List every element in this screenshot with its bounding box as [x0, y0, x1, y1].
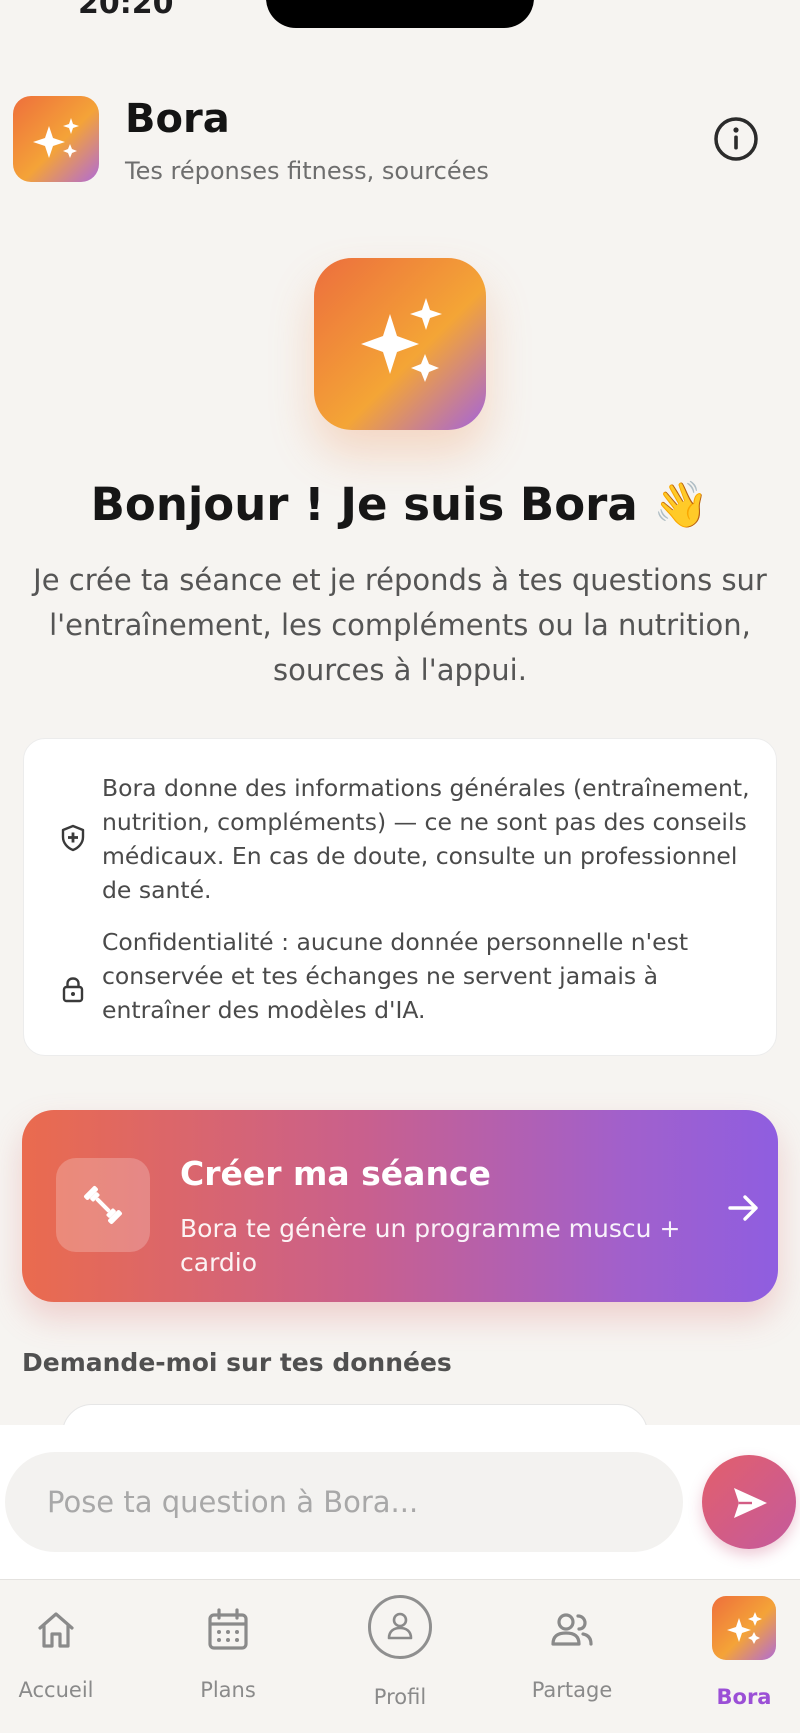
app-tagline: Tes réponses fitness, sourcées [125, 157, 489, 185]
tab-accueil[interactable]: Accueil [0, 1580, 136, 1733]
cta-title: Créer ma séance [180, 1154, 491, 1193]
tab-label-plans: Plans [200, 1678, 256, 1702]
disclaimer-card: Bora donne des informations générales (e… [23, 738, 777, 1056]
info-icon [714, 117, 758, 161]
status-time: 20:20 [78, 0, 174, 21]
status-bar: 20:20 [0, 0, 800, 30]
shield-plus-icon [61, 824, 85, 852]
profile-button-ring [368, 1595, 432, 1659]
dynamic-island [266, 0, 534, 28]
intro-text: Je crée ta séance et je réponds à tes qu… [33, 563, 767, 687]
medical-disclaimer: Bora donne des informations générales (e… [102, 774, 750, 904]
tab-label-profil: Profil [373, 1685, 427, 1709]
tab-label-bora: Bora [716, 1685, 772, 1709]
tab-profil[interactable]: Profil [320, 1580, 480, 1733]
send-button[interactable] [702, 1455, 796, 1549]
tab-bora[interactable]: Bora [660, 1580, 800, 1733]
send-icon [734, 1488, 767, 1518]
cta-subtitle: Bora te génère un programme muscu + card… [180, 1214, 681, 1277]
hero-logo [314, 258, 486, 430]
create-session-button[interactable]: Créer ma séance Bora te génère un progra… [22, 1110, 778, 1302]
bora-tab-icon [712, 1596, 776, 1660]
status-indicators [578, 0, 748, 6]
privacy-notice: Confidentialité : aucune donnée personne… [102, 928, 689, 1024]
user-icon [387, 1612, 413, 1640]
tab-partage[interactable]: Partage [492, 1580, 652, 1733]
tab-bar: Accueil Plans Profil Partage Bora [0, 1579, 800, 1733]
users-icon [551, 1613, 593, 1646]
app-title: Bora [125, 96, 230, 142]
sparkles-icon [33, 118, 79, 158]
dumbbell-icon [84, 1186, 122, 1224]
tab-plans[interactable]: Plans [148, 1580, 308, 1733]
tab-label-partage: Partage [531, 1678, 613, 1702]
tab-label-accueil: Accueil [18, 1678, 94, 1702]
app-logo [13, 96, 99, 182]
app-screen: 20:20 Bora Tes réponses fitness, sourcée… [0, 0, 800, 1733]
lock-icon [62, 977, 84, 1003]
question-input[interactable] [5, 1452, 683, 1552]
home-icon [38, 1612, 74, 1648]
info-button[interactable] [712, 115, 760, 163]
arrow-right-icon [728, 1195, 758, 1221]
cta-icon-container [56, 1158, 150, 1252]
chat-composer [0, 1425, 800, 1579]
data-questions-heading: Demande-moi sur tes données [22, 1348, 452, 1377]
greeting-heading: Bonjour ! Je suis Bora 👋 [90, 478, 710, 531]
sparkles-icon [361, 298, 442, 382]
sparkles-icon [727, 1612, 762, 1644]
calendar-icon [208, 1608, 248, 1650]
